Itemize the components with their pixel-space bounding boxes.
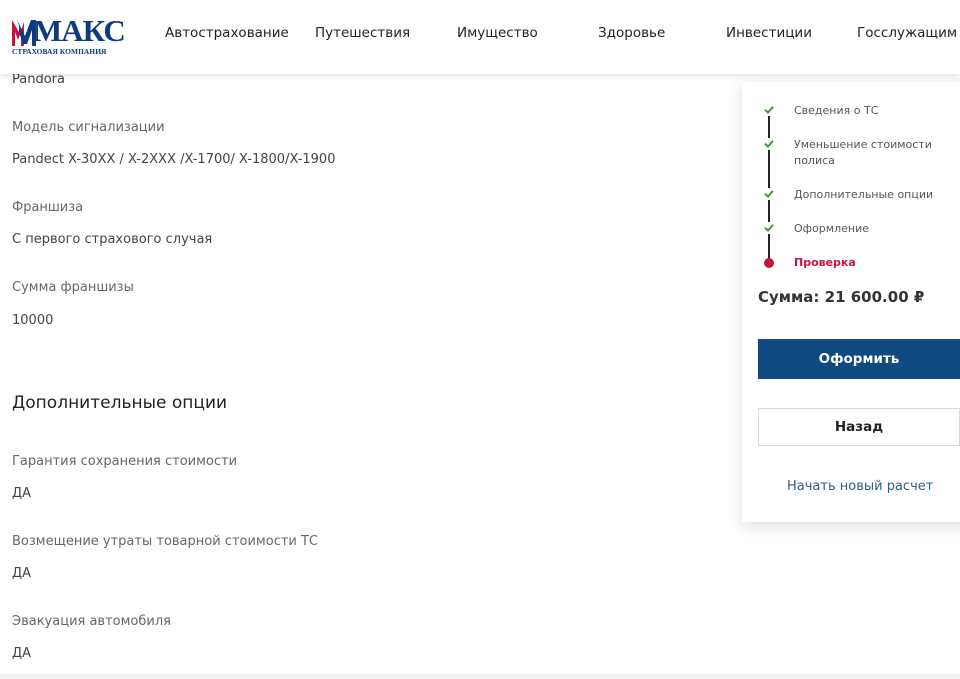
logo-wordmark: МАКС — [33, 13, 126, 48]
alarm-model-value: Pandect X-30XX / X-2XXX /X-1700/ X-1800/… — [12, 152, 336, 167]
nav-item-property[interactable]: Имущество — [457, 25, 538, 41]
check-icon — [763, 188, 775, 200]
active-step-dot-icon — [764, 258, 774, 268]
new-calculation-link[interactable]: Начать новый расчет — [787, 479, 933, 494]
alarm-brand-value: Pandora — [12, 72, 65, 87]
submit-button[interactable]: Оформить — [758, 339, 960, 379]
nav-item-investments[interactable]: Инвестиции — [726, 25, 812, 41]
deductible-value: С первого страхового случая — [12, 232, 213, 247]
nav-item-travel[interactable]: Путешествия — [315, 25, 410, 41]
check-icon — [763, 138, 775, 150]
step-additional-options[interactable]: Дополнительные опции — [794, 187, 934, 203]
progress-steps-line — [768, 110, 770, 263]
deductible-sum-value: 10000 — [12, 313, 54, 328]
option-market-value-loss-value: ДА — [12, 566, 32, 581]
option-evacuation-label: Эвакуация автомобиля — [12, 614, 171, 629]
option-value-guarantee-value: ДА — [12, 486, 32, 501]
site-header: МАКС СТРАХОВАЯ КОМПАНИЯ Автострахование … — [0, 0, 960, 74]
nav-item-civil-servants[interactable]: Госслужащим — [857, 25, 957, 41]
check-icon — [763, 222, 775, 234]
maks-logo[interactable]: МАКС СТРАХОВАЯ КОМПАНИЯ — [11, 14, 126, 58]
deductible-label: Франшиза — [12, 200, 84, 215]
deductible-sum-label: Сумма франшизы — [12, 280, 134, 295]
option-market-value-loss-label: Возмещение утраты товарной стоимости ТС — [12, 534, 319, 549]
nav-item-auto-insurance[interactable]: Автострахование — [165, 25, 289, 41]
option-evacuation-value: ДА — [12, 646, 32, 661]
options-section-title: Дополнительные опции — [12, 393, 228, 413]
step-reduce-cost[interactable]: Уменьшение стоимости полиса — [794, 137, 934, 169]
check-icon — [763, 104, 775, 116]
alarm-model-label: Модель сигнализации — [12, 120, 165, 135]
step-review[interactable]: Проверка — [794, 255, 934, 271]
logo-subtitle: СТРАХОВАЯ КОМПАНИЯ — [12, 47, 107, 56]
nav-item-health[interactable]: Здоровье — [598, 25, 665, 41]
total-sum: Сумма: 21 600.00 ₽ — [758, 288, 925, 306]
option-value-guarantee-label: Гарантия сохранения стоимости — [12, 454, 238, 469]
step-vehicle-info[interactable]: Сведения о ТС — [794, 103, 934, 119]
back-button[interactable]: Назад — [758, 408, 960, 446]
step-registration[interactable]: Оформление — [794, 221, 934, 237]
page-bottom-divider — [0, 674, 960, 679]
